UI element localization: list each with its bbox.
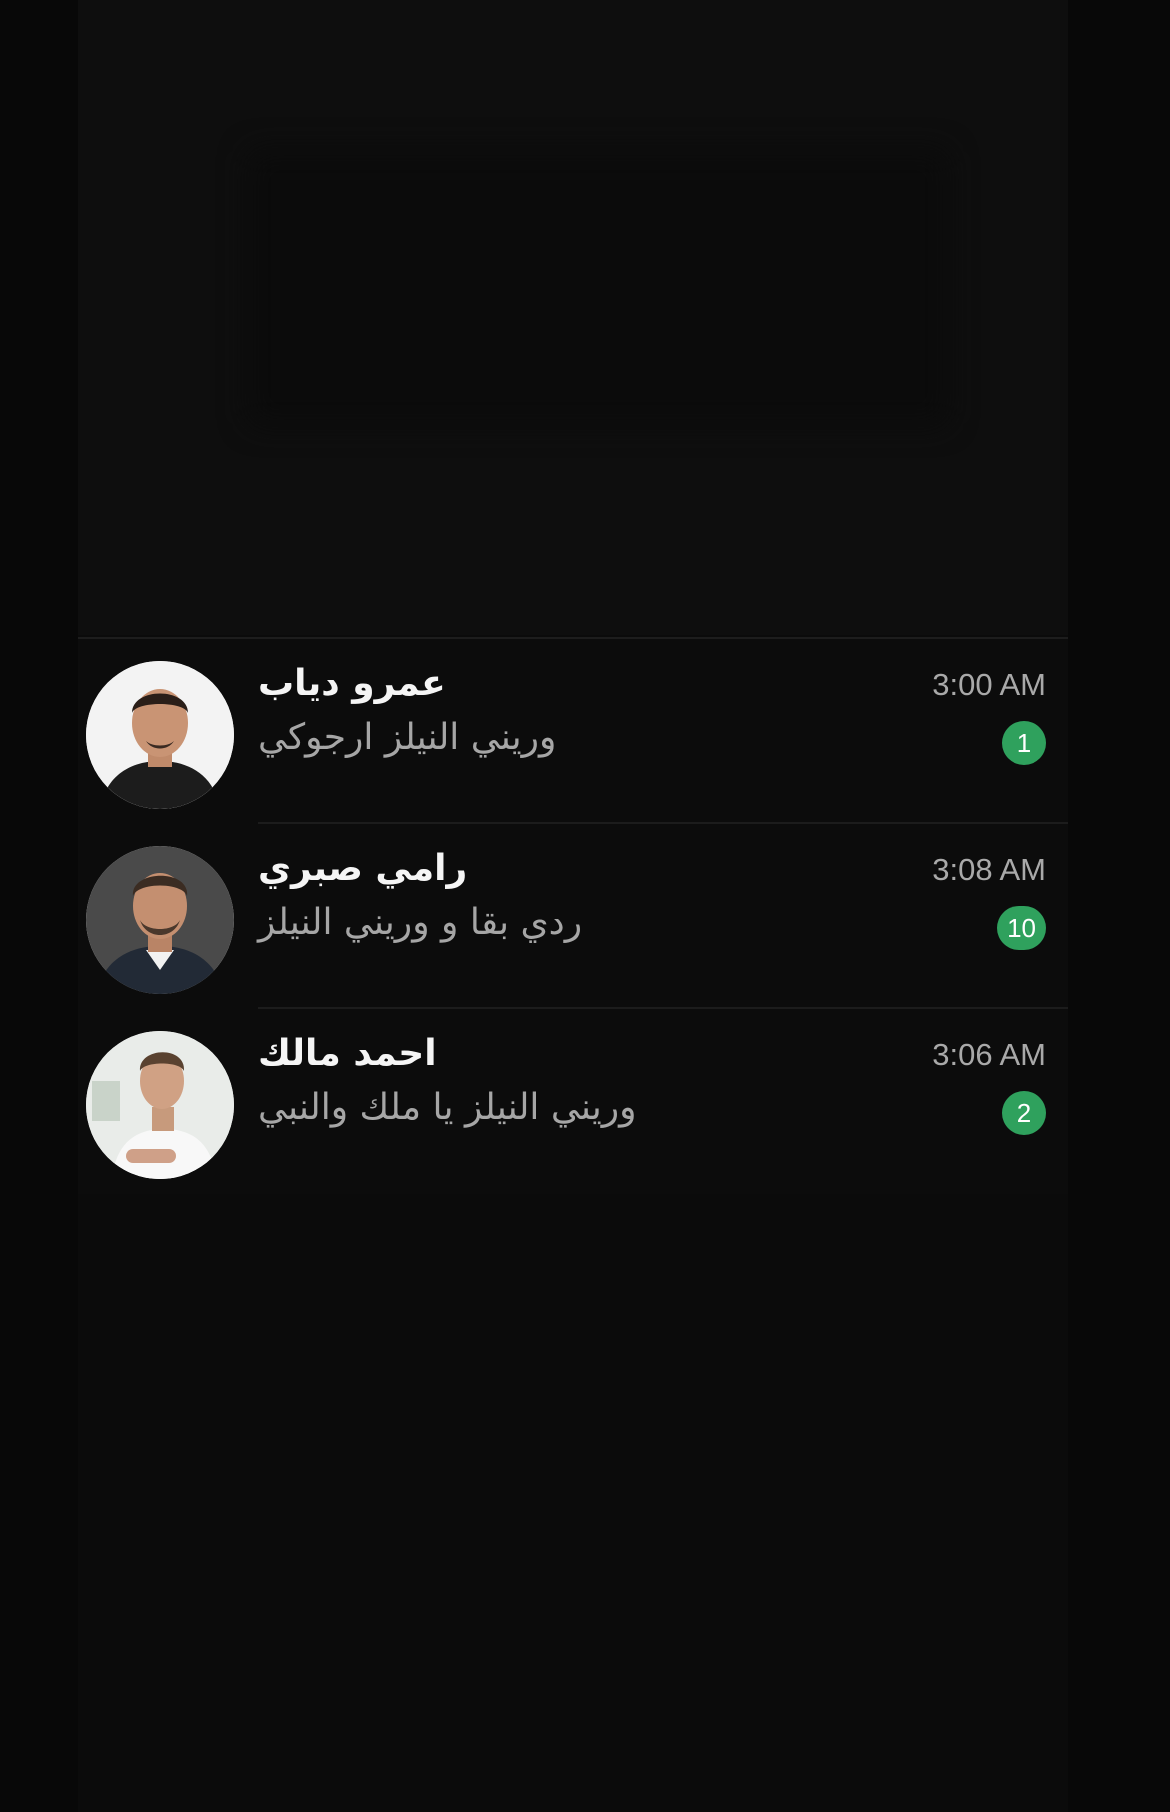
chat-row-2[interactable]: رامي صبري ردي بقا و وريني النيلز 3:08 AM… (78, 824, 1068, 1009)
chat-list: عمرو دياب وريني النيلز ارجوكي 3:00 AM 1 … (78, 639, 1068, 1194)
message-time: 3:06 AM (932, 1037, 1046, 1072)
contact-name: احمد مالك (258, 1033, 437, 1074)
last-message-preview: وريني النيلز يا ملك والنبي (258, 1087, 637, 1128)
unread-count-badge: 1 (1002, 721, 1046, 765)
avatar[interactable] (86, 661, 234, 809)
last-message-preview: ردي بقا و وريني النيلز (258, 902, 583, 943)
unread-count-badge: 10 (997, 906, 1046, 950)
message-time: 3:08 AM (932, 852, 1046, 887)
avatar-person-icon (86, 1031, 234, 1179)
chat-row-1[interactable]: عمرو دياب وريني النيلز ارجوكي 3:00 AM 1 (78, 639, 1068, 824)
left-margin (0, 0, 78, 1812)
chat-row-3[interactable]: احمد مالك وريني النيلز يا ملك والنبي 3:0… (78, 1009, 1068, 1194)
last-message-preview: وريني النيلز ارجوكي (258, 717, 557, 758)
avatar[interactable] (86, 1031, 234, 1179)
blurred-header-area (78, 0, 1068, 635)
avatar[interactable] (86, 846, 234, 994)
message-time: 3:00 AM (932, 667, 1046, 702)
unread-count-badge: 2 (1002, 1091, 1046, 1135)
avatar-person-icon (86, 846, 234, 994)
avatar-person-icon (86, 661, 234, 809)
right-margin (1068, 0, 1170, 1812)
chat-list-screen: عمرو دياب وريني النيلز ارجوكي 3:00 AM 1 … (0, 0, 1170, 1812)
contact-name: رامي صبري (258, 848, 468, 889)
contact-name: عمرو دياب (258, 663, 446, 704)
